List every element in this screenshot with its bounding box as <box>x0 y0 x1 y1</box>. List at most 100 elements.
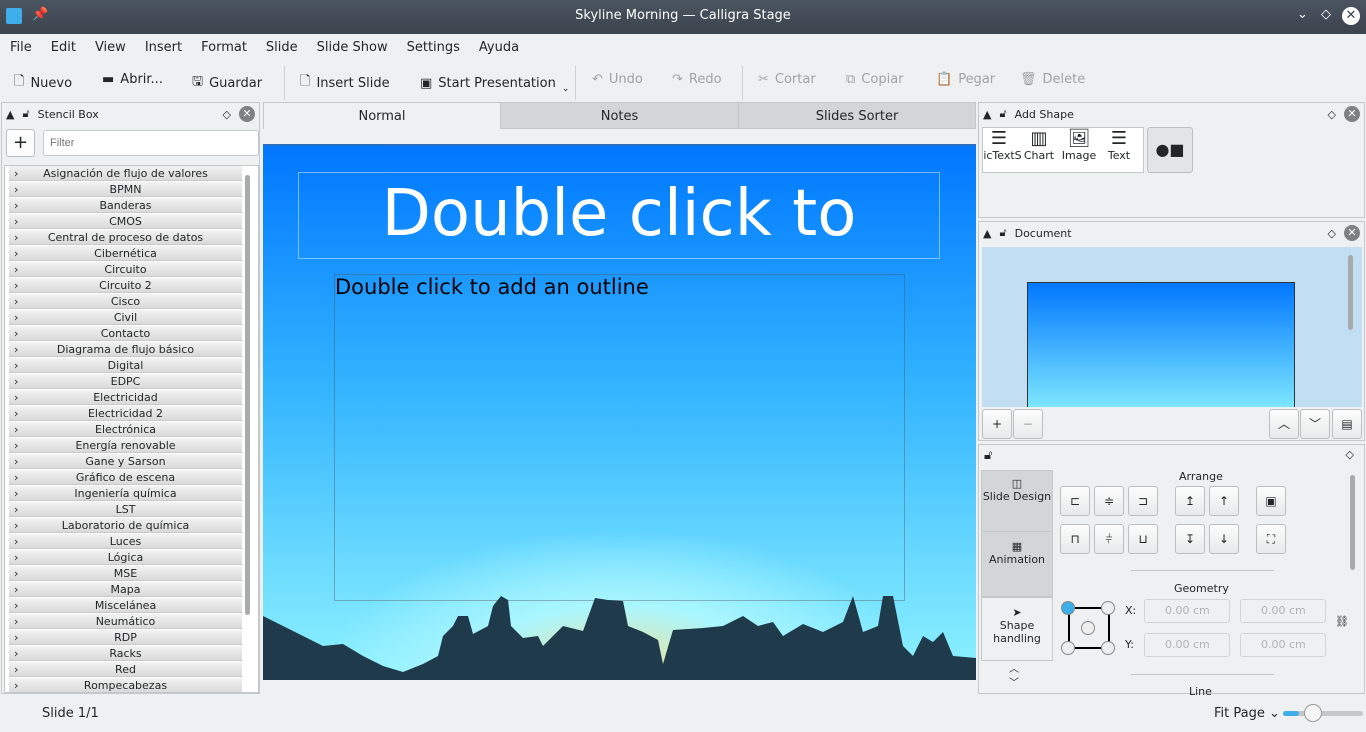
paste-button[interactable]: 📋 Pegar <box>936 72 995 87</box>
delete-button[interactable]: 🗑 Delete <box>1020 72 1085 87</box>
stencil-category[interactable]: › Electricidad 2 <box>9 406 242 421</box>
save-button[interactable]: 🖫 Guardar <box>192 72 262 94</box>
stencil-category[interactable]: › MSE <box>9 566 242 581</box>
close-icon[interactable]: ✕ <box>1342 7 1360 25</box>
stencil-category[interactable]: › Electricidad <box>9 390 242 405</box>
tab-animation[interactable]: ▦ Animation <box>981 531 1053 597</box>
stencil-category[interactable]: › Cisco <box>9 294 242 309</box>
lock-icon[interactable]: 🔓︎ <box>999 107 1006 121</box>
align-left-button[interactable]: ⊏ <box>1060 486 1090 516</box>
aspect-lock-icon[interactable]: ⛓ <box>1335 615 1349 628</box>
copy-button[interactable]: ⧉ Copiar <box>846 72 904 87</box>
close-icon[interactable]: ✕ <box>1344 106 1360 122</box>
stencil-category[interactable]: › RDP <box>9 630 242 645</box>
anchor-bottom-right-radio[interactable] <box>1101 641 1115 655</box>
stencil-category[interactable]: › Asignación de flujo de valores <box>9 166 242 181</box>
scrollbar[interactable] <box>1350 475 1355 570</box>
stencil-category[interactable]: › Energía renovable <box>9 438 242 453</box>
move-up-button[interactable]: ︿ <box>1269 409 1299 439</box>
add-slide-button[interactable]: + <box>982 409 1012 439</box>
collapse-icon[interactable]: ▲ <box>983 108 991 121</box>
stencil-category[interactable]: › Red <box>9 662 242 677</box>
redo-button[interactable]: ↷ Redo <box>672 72 722 87</box>
chevron-down-icon[interactable]: ⌄ <box>562 84 570 94</box>
filter-input[interactable] <box>43 130 259 156</box>
image-shape[interactable]: 🖼︎ Image <box>1059 128 1099 172</box>
menu-settings[interactable]: Settings <box>397 34 469 55</box>
stencil-category[interactable]: › Laboratorio de química <box>9 518 242 533</box>
float-icon[interactable]: ◇ <box>223 108 231 121</box>
zoom-slider-handle[interactable] <box>1304 704 1322 722</box>
open-button[interactable]: ▬ Abrir... <box>102 72 163 87</box>
align-bottom-button[interactable]: ⊔ <box>1128 524 1158 554</box>
collapse-icon[interactable]: ▲ <box>6 108 14 121</box>
slide-outline-placeholder[interactable]: Double click to add an outline <box>334 274 905 601</box>
slide-thumbnail[interactable] <box>1027 282 1295 407</box>
stencil-category[interactable]: › LST <box>9 502 242 517</box>
stencil-category[interactable]: › Circuito 2 <box>9 278 242 293</box>
slide-title-placeholder[interactable]: Double click to <box>298 172 940 259</box>
start-presentation-button[interactable]: ▣ Start Presentation ⌄ <box>420 72 570 95</box>
lock-icon[interactable]: 🔓︎ <box>22 107 29 121</box>
stencil-category[interactable]: › Diagrama de flujo básico <box>9 342 242 357</box>
shapes-collection-button[interactable]: ●■ <box>1147 127 1193 173</box>
stencil-category[interactable]: › EDPC <box>9 374 242 389</box>
stencil-category[interactable]: › Civil <box>9 310 242 325</box>
raise-button[interactable]: ↑ <box>1209 486 1239 516</box>
anchor-bottom-left-radio[interactable] <box>1061 641 1075 655</box>
menu-edit[interactable]: Edit <box>41 34 85 55</box>
align-center-button[interactable]: ≑ <box>1094 486 1124 516</box>
stencil-category[interactable]: › Central de proceso de datos <box>9 230 242 245</box>
chart-shape[interactable]: ▥ Chart <box>1019 128 1059 172</box>
close-icon[interactable]: ✕ <box>1344 225 1360 241</box>
bring-to-front-button[interactable]: ↥ <box>1175 486 1205 516</box>
group-button[interactable]: ▣ <box>1256 486 1286 516</box>
lock-icon[interactable]: 🔓︎ <box>984 448 992 463</box>
stencil-category[interactable]: › Racks <box>9 646 242 661</box>
width-spinbox[interactable]: 0.00 cm <box>1240 599 1326 623</box>
align-middle-button[interactable]: ⫩ <box>1094 524 1124 554</box>
stencil-category[interactable]: › Digital <box>9 358 242 373</box>
anchor-top-left-radio[interactable] <box>1061 601 1075 615</box>
scrollbar[interactable] <box>245 175 250 615</box>
menu-slide-show[interactable]: Slide Show <box>307 34 397 55</box>
menu-help[interactable]: Ayuda <box>469 34 528 55</box>
zoom-mode-select[interactable]: Fit Page ⌄ <box>1214 706 1280 721</box>
stencil-category[interactable]: › Mapa <box>9 582 242 597</box>
menu-format[interactable]: Format <box>191 34 256 55</box>
menu-slide[interactable]: Slide <box>256 34 307 55</box>
minimize-icon[interactable]: ⌄ <box>1297 7 1308 22</box>
stencil-category[interactable]: › Neumático <box>9 614 242 629</box>
insert-slide-button[interactable]: 🗋 Insert Slide <box>300 72 390 94</box>
text-shape[interactable]: ☰ Text <box>1099 128 1139 172</box>
stencil-category[interactable]: › CMOS <box>9 214 242 229</box>
menu-insert[interactable]: Insert <box>135 34 191 55</box>
tab-notes[interactable]: Notes <box>500 102 739 129</box>
stencil-category[interactable]: › Circuito <box>9 262 242 277</box>
ungroup-button[interactable]: ⛶ <box>1256 524 1286 554</box>
float-icon[interactable]: ◇ <box>1328 227 1336 240</box>
scrollbar[interactable] <box>1348 255 1353 330</box>
add-stencil-button[interactable]: + <box>6 129 35 157</box>
view-mode-button[interactable]: ▤ <box>1332 409 1362 439</box>
stencil-category[interactable]: › Gráfico de escena <box>9 470 242 485</box>
anchor-top-right-radio[interactable] <box>1101 601 1115 615</box>
send-to-back-button[interactable]: ↧ <box>1175 524 1205 554</box>
stencil-category[interactable]: › Contacto <box>9 326 242 341</box>
tab-slide-design[interactable]: ◫ Slide Design <box>981 470 1053 532</box>
stencil-category[interactable]: › Ingeniería química <box>9 486 242 501</box>
zoom-slider[interactable] <box>1283 704 1363 722</box>
align-top-button[interactable]: ⊓ <box>1060 524 1090 554</box>
stencil-category[interactable]: › BPMN <box>9 182 242 197</box>
tab-slides-sorter[interactable]: Slides Sorter <box>738 102 976 129</box>
lock-icon[interactable]: 🔓︎ <box>999 226 1006 240</box>
float-icon[interactable]: ◇ <box>1346 448 1354 461</box>
stencil-category[interactable]: › Banderas <box>9 198 242 213</box>
tab-shape-handling[interactable]: ➤ Shape handling <box>981 597 1053 661</box>
slide-canvas[interactable]: Double click to Double click to add an o… <box>263 144 976 680</box>
align-right-button[interactable]: ⊐ <box>1128 486 1158 516</box>
cut-button[interactable]: ✂ Cortar <box>758 72 816 87</box>
tab-scroll-buttons[interactable]: ︿ ﹀ <box>1009 663 1019 691</box>
menu-file[interactable]: File <box>0 34 41 55</box>
maximize-icon[interactable]: ◇ <box>1321 7 1331 22</box>
